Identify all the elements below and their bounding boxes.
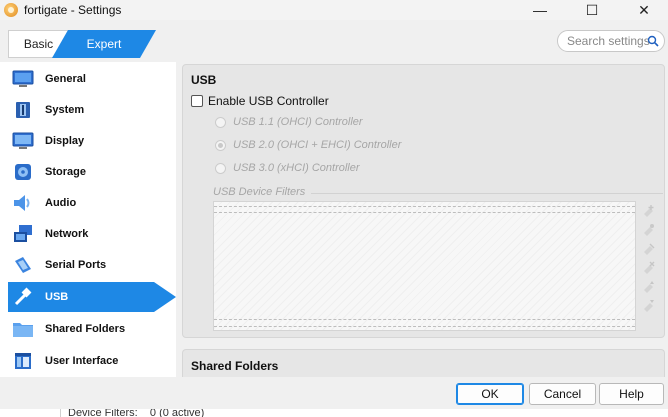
usb-settings-panel: USB Enable USB Controller USB 1.1 (OHCI)… (182, 64, 665, 338)
sidebar-item-storage[interactable]: Storage (8, 157, 176, 187)
sidebar-item-label: Audio (45, 197, 77, 209)
general-icon (12, 69, 34, 89)
list-separator (214, 319, 635, 320)
search-input[interactable]: Search settings (557, 30, 665, 52)
sidebar-item-system[interactable]: System (8, 95, 176, 125)
add-filter-icon[interactable] (641, 203, 657, 219)
expert-mode-tab[interactable]: Expert (52, 30, 156, 58)
audio-icon (12, 193, 34, 213)
system-icon (12, 100, 34, 120)
list-separator (214, 206, 635, 207)
usb-device-filters-label: USB Device Filters (213, 186, 312, 198)
sidebar-item-label: General (45, 73, 86, 85)
checkbox-box[interactable] (191, 95, 203, 107)
radio-label: USB 2.0 (OHCI + EHCI) Controller (233, 139, 402, 151)
usb-icon (12, 287, 34, 307)
radio-button[interactable] (215, 162, 226, 174)
shared-folders-icon (12, 319, 34, 339)
usb-section-title: USB (191, 73, 217, 87)
sidebar-item-label: Serial Ports (45, 259, 107, 271)
sidebar-item-serial-ports[interactable]: Serial Ports (8, 250, 176, 280)
shared-folders-section-title: Shared Folders (191, 359, 279, 373)
help-button[interactable]: Help (599, 383, 664, 405)
settings-sidebar: General System Display Storage Audio Net… (0, 62, 176, 382)
enable-usb-controller-checkbox[interactable]: Enable USB Controller (191, 94, 329, 108)
basic-mode-label: Basic (23, 37, 54, 51)
close-button[interactable]: ✕ (624, 0, 664, 20)
window-title: fortigate - Settings (24, 3, 122, 17)
title-bar: fortigate - Settings — ☐ ✕ (0, 0, 668, 20)
shared-folders-panel: Shared Folders (182, 349, 665, 377)
list-separator (214, 326, 635, 327)
background-separator (60, 409, 61, 417)
sidebar-item-shared-folders[interactable]: Shared Folders (8, 314, 176, 344)
mode-bar: Basic Expert Search settings (0, 27, 668, 60)
radio-label: USB 1.1 (OHCI) Controller (233, 116, 363, 128)
sidebar-item-label: Network (45, 228, 89, 240)
storage-icon (12, 162, 34, 182)
search-icon[interactable] (647, 35, 659, 47)
ok-button[interactable]: OK (456, 383, 524, 405)
sidebar-item-usb[interactable]: USB (8, 282, 176, 312)
mode-switcher: Basic Expert (8, 30, 156, 58)
sidebar-item-label: USB (45, 291, 69, 303)
list-separator (214, 212, 635, 213)
sidebar-item-label: System (45, 104, 85, 116)
radio-button[interactable] (215, 139, 226, 151)
network-icon (12, 224, 34, 244)
move-down-icon[interactable] (641, 298, 657, 314)
add-from-device-icon[interactable] (641, 222, 657, 238)
usb-3-0-radio[interactable]: USB 3.0 (xHCI) Controller (215, 162, 360, 174)
edit-filter-icon[interactable] (641, 241, 657, 257)
sidebar-item-user-interface[interactable]: User Interface (8, 346, 176, 376)
cancel-button[interactable]: Cancel (529, 383, 596, 405)
sidebar-item-audio[interactable]: Audio (8, 188, 176, 218)
search-placeholder: Search settings (567, 34, 650, 48)
background-device-filters-text: Device Filters: 0 (0 active) (68, 409, 205, 417)
remove-filter-icon[interactable] (641, 260, 657, 276)
sidebar-item-label: Storage (45, 166, 86, 178)
serial-ports-icon (12, 255, 34, 275)
background-window-strip: Device Filters: 0 (0 active) (0, 409, 668, 417)
radio-button[interactable] (215, 116, 226, 128)
radio-label: USB 3.0 (xHCI) Controller (233, 162, 360, 174)
sidebar-item-label: User Interface (45, 355, 119, 367)
sidebar-item-label: Shared Folders (45, 323, 126, 335)
enable-usb-controller-label: Enable USB Controller (208, 94, 329, 108)
expert-mode-label: Expert (86, 37, 122, 51)
sidebar-item-network[interactable]: Network (8, 219, 176, 249)
usb-2-0-radio[interactable]: USB 2.0 (OHCI + EHCI) Controller (215, 139, 401, 151)
minimize-button[interactable]: — (520, 0, 560, 20)
move-up-icon[interactable] (641, 279, 657, 295)
dialog-footer: OK Cancel Help (0, 377, 668, 409)
sidebar-item-general[interactable]: General (8, 64, 176, 94)
usb-device-filters-list[interactable] (213, 201, 636, 331)
maximize-button[interactable]: ☐ (572, 0, 612, 20)
sidebar-item-label: Display (45, 135, 85, 147)
virtualbox-app-icon (4, 3, 18, 17)
user-interface-icon (12, 351, 34, 371)
usb-1-1-radio[interactable]: USB 1.1 (OHCI) Controller (215, 116, 363, 128)
display-icon (12, 131, 34, 151)
sidebar-item-display[interactable]: Display (8, 126, 176, 156)
